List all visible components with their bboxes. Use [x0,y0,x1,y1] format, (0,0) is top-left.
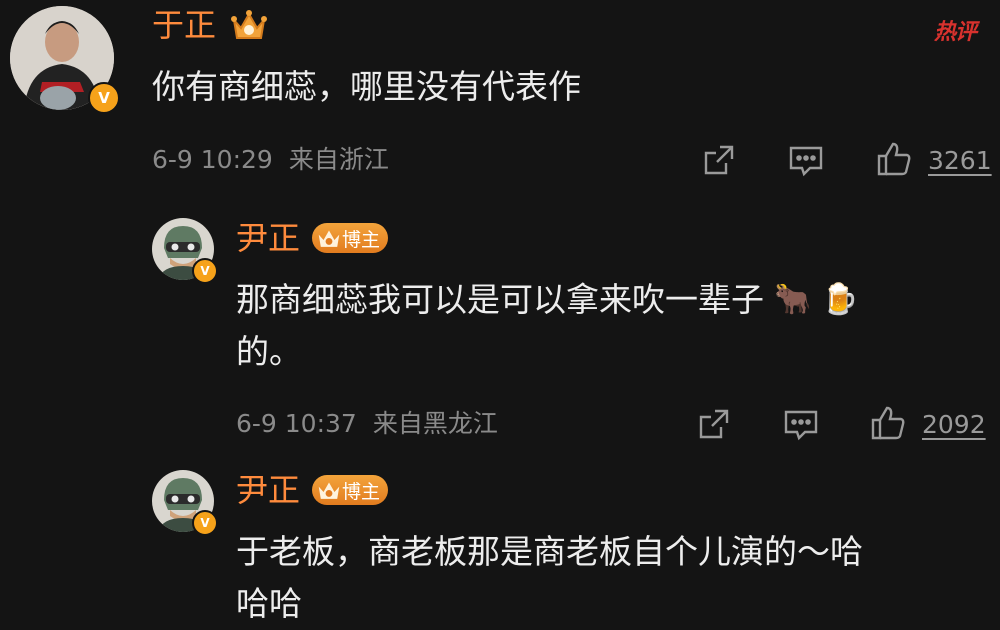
comment-text: 你有商细蕊，哪里没有代表作 [152,67,581,106]
comment-icon[interactable] [788,144,824,178]
blogger-badge-label: 博主 [342,228,381,251]
verified-badge: V [88,82,120,114]
like-icon[interactable] [870,405,906,441]
like-icon[interactable] [876,141,912,177]
comment-location: 来自黑龙江 [372,409,498,438]
username[interactable]: 尹正 [236,222,300,254]
hot-comment-tag: 热评 [934,20,977,45]
blogger-badge: 博主 [312,223,389,253]
comment-icon[interactable] [783,408,819,442]
blogger-badge-label: 博主 [342,480,381,503]
comment-date: 6-9 10:29 [152,145,273,174]
comment-date: 6-9 10:37 [236,409,357,438]
crown-icon [230,8,268,42]
beer-emoji: 🍺 [821,282,859,317]
comment-location: 来自浙江 [288,145,389,174]
verified-badge: V [192,258,218,284]
blogger-badge: 博主 [312,475,389,505]
like-count[interactable]: 3261 [928,148,992,173]
comment-text: 于老板，商老板那是商老板自个儿演的～哈 哈哈 [236,532,863,623]
share-icon[interactable] [702,143,736,177]
username[interactable]: 于正 [152,9,216,41]
crown-icon [316,478,342,502]
ox-emoji: 🐂 [774,282,812,317]
share-icon[interactable] [697,407,731,441]
username[interactable]: 尹正 [236,474,300,506]
comment-text: 那商细蕊我可以是可以拿来吹一辈子 🐂 🍺 的。 [236,274,859,378]
verified-badge: V [192,510,218,536]
like-count[interactable]: 2092 [922,412,986,437]
crown-icon [316,226,342,250]
